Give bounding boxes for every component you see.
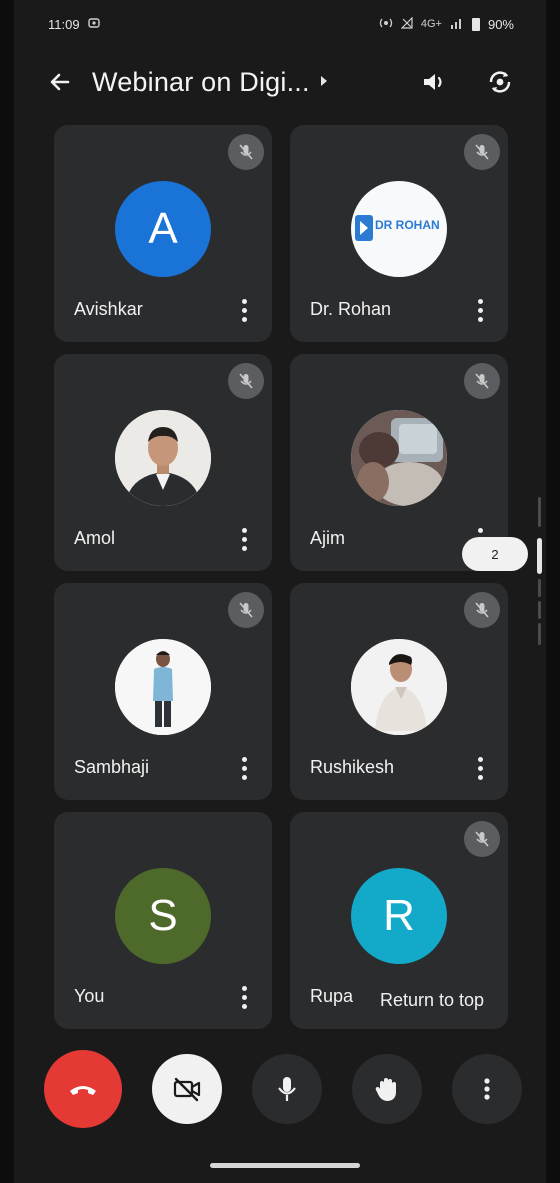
battery-level: 90% [487, 16, 514, 32]
camera-off-icon [173, 1077, 201, 1102]
participant-name: Rushikesh [310, 757, 395, 777]
participant-name: Avishkar [74, 299, 143, 319]
muted-mic-icon [228, 592, 264, 628]
raise-hand-button[interactable] [352, 1054, 422, 1124]
avatar-initial: R [383, 891, 415, 940]
back-arrow-icon [50, 73, 70, 91]
muted-mic-icon [228, 363, 264, 399]
avatar: S [115, 868, 211, 964]
camera-toggle-button[interactable] [152, 1054, 222, 1124]
avatar-logo: DR ROHAN [351, 181, 447, 277]
self-tile[interactable]: S You [54, 812, 272, 1029]
switch-camera-button[interactable] [474, 56, 526, 108]
muted-mic-icon [464, 134, 500, 170]
avatar-photo [115, 410, 211, 506]
muted-mic-icon [464, 363, 500, 399]
network-type: 4G+ [420, 18, 442, 30]
camera-switch-icon [489, 71, 511, 93]
page-number: 2 [491, 546, 499, 562]
status-bar: 11:09 4G+ 90% [14, 0, 546, 48]
participant-more-button[interactable] [230, 521, 258, 557]
more-vert-icon [484, 1078, 490, 1100]
return-to-top-button[interactable]: Return to top [358, 978, 506, 1022]
end-call-button[interactable] [44, 1050, 122, 1128]
participant-name: Rupa [310, 986, 354, 1006]
avatar-photo [351, 639, 447, 735]
participant-tile[interactable]: A Avishkar [54, 125, 272, 342]
home-indicator[interactable] [210, 1163, 360, 1168]
back-button[interactable] [34, 56, 86, 108]
avatar-initial: S [148, 891, 178, 940]
phone-screen: 11:09 4G+ 90% Webinar on Digi... A Avish… [14, 0, 546, 1183]
participant-tile[interactable]: Sambhaji [54, 583, 272, 800]
call-controls [44, 1050, 522, 1128]
muted-mic-icon [464, 592, 500, 628]
avatar: A [115, 181, 211, 277]
no-signal-icon [400, 16, 413, 32]
page-indicator: 2 [462, 537, 528, 571]
avatar-photo [115, 639, 211, 735]
more-options-button[interactable] [452, 1054, 522, 1124]
speaker-icon [424, 74, 442, 90]
participant-more-button[interactable] [230, 979, 258, 1015]
muted-mic-icon [228, 134, 264, 170]
muted-mic-icon [464, 821, 500, 857]
mic-icon [278, 1077, 296, 1101]
meeting-title: Webinar on Digi... [92, 66, 310, 97]
app-bar: Webinar on Digi... [14, 52, 546, 112]
participant-name: Dr. Rohan [310, 299, 392, 319]
notification-icon [87, 17, 102, 31]
chevron-right-icon [320, 75, 328, 90]
signal-icon [450, 17, 464, 32]
avatar-photo [351, 410, 447, 506]
meeting-title-button[interactable]: Webinar on Digi... [92, 67, 400, 98]
hotspot-icon [379, 17, 393, 32]
participant-more-button[interactable] [466, 292, 494, 328]
microphone-button[interactable] [252, 1054, 322, 1124]
return-to-top-label: Return to top [379, 989, 485, 1010]
participant-more-button[interactable] [466, 750, 494, 786]
participant-name: You [74, 986, 105, 1006]
participant-tile[interactable]: DR ROHAN Dr. Rohan [290, 125, 508, 342]
status-time: 11:09 [48, 16, 80, 32]
logo-text: DR ROHAN [375, 218, 440, 232]
participant-more-button[interactable] [230, 292, 258, 328]
participant-grid: A Avishkar DR ROHAN Dr. Rohan Amol Ajim … [54, 125, 512, 1030]
end-call-icon [70, 1086, 96, 1095]
raise-hand-icon [375, 1078, 396, 1101]
scroll-thumb[interactable] [537, 538, 542, 574]
participant-name: Ajim [310, 528, 345, 548]
audio-output-button[interactable] [408, 56, 460, 108]
participant-tile[interactable]: Rushikesh [290, 583, 508, 800]
battery-icon [471, 17, 480, 31]
participant-tile[interactable]: Amol [54, 354, 272, 571]
participant-more-button[interactable] [230, 750, 258, 786]
participant-name: Amol [74, 528, 116, 548]
avatar-initial: A [148, 204, 178, 253]
avatar: R [351, 868, 447, 964]
participant-name: Sambhaji [74, 757, 150, 777]
